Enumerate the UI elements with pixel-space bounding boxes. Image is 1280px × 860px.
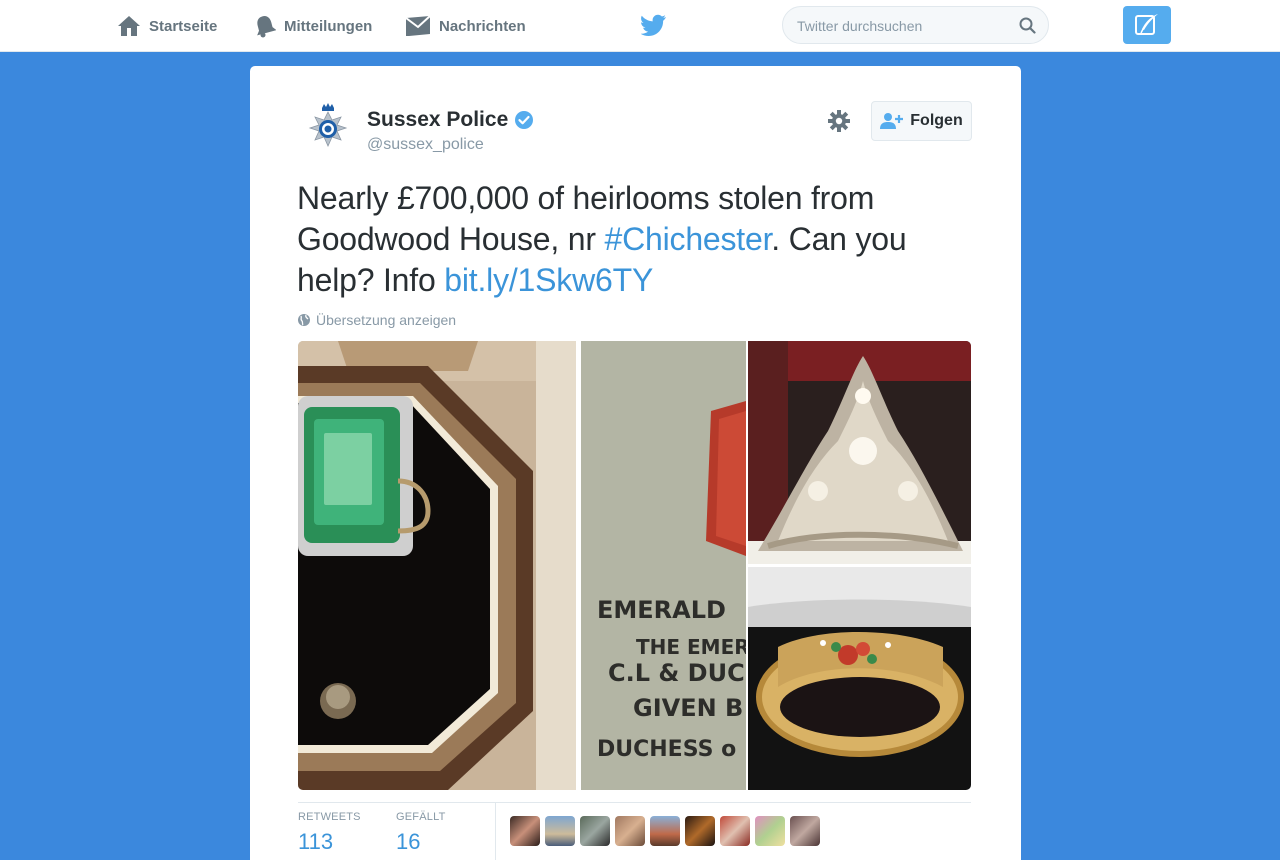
- likes-count: 16: [396, 829, 421, 854]
- home-icon: [118, 16, 140, 36]
- nav-notifications[interactable]: Mitteilungen: [254, 13, 372, 39]
- verified-badge-icon: [515, 111, 534, 129]
- likes-stat[interactable]: GEFÄLLT 16: [396, 811, 446, 855]
- author-name[interactable]: Sussex Police: [367, 108, 508, 132]
- envelope-icon: [405, 15, 431, 36]
- retweets-stat[interactable]: RETWEETS 113: [298, 811, 361, 855]
- liker-avatars: [510, 816, 820, 846]
- nav-home[interactable]: Startseite: [117, 13, 217, 39]
- retweets-label: RETWEETS: [298, 811, 361, 823]
- tweet-card: Sussex Police @sussex_police Folgen Near…: [250, 66, 1021, 860]
- photo-grid: EMERALD THE EMER C.L & DUC GIVEN B DUCHE…: [298, 341, 971, 790]
- retweets-count: 113: [298, 829, 334, 854]
- stats-divider-line: [298, 802, 971, 803]
- compose-quill-icon: [1135, 14, 1158, 35]
- photo-emerald-ring[interactable]: [298, 341, 576, 790]
- translate-label: Übersetzung anzeigen: [316, 312, 457, 328]
- top-navigation-bar: Startseite Mitteilungen Nachrichten: [0, 0, 1280, 52]
- avatar[interactable]: [304, 100, 352, 160]
- stats-vertical-divider: [495, 803, 496, 860]
- nav-notifications-label: Mitteilungen: [284, 17, 373, 35]
- liker-avatar[interactable]: [510, 816, 540, 846]
- liker-avatar[interactable]: [580, 816, 610, 846]
- hashtag-link[interactable]: #Chichester: [605, 221, 772, 257]
- label-line-5: DUCHESS o: [597, 737, 736, 762]
- author-name-row[interactable]: Sussex Police: [367, 108, 534, 132]
- search-input[interactable]: [797, 16, 1007, 36]
- liker-avatar[interactable]: [790, 816, 820, 846]
- tweet-text: Nearly £700,000 of heirlooms stolen from…: [297, 178, 987, 301]
- globe-icon: [298, 314, 310, 326]
- liker-avatar[interactable]: [650, 816, 680, 846]
- nav-home-label: Startseite: [149, 17, 218, 35]
- bell-icon: [257, 16, 276, 38]
- gear-icon[interactable]: [827, 109, 851, 133]
- author-handle[interactable]: @sussex_police: [367, 136, 484, 154]
- translate-link[interactable]: Übersetzung anzeigen: [297, 312, 456, 328]
- nav-messages[interactable]: Nachrichten: [405, 13, 526, 39]
- photo-tiara[interactable]: [748, 341, 971, 564]
- liker-avatar[interactable]: [720, 816, 750, 846]
- add-user-icon: [880, 113, 904, 129]
- photo-bracelet[interactable]: [748, 567, 971, 790]
- label-line-1: EMERALD: [597, 596, 726, 624]
- likes-label: GEFÄLLT: [396, 811, 446, 823]
- search-icon[interactable]: [1019, 17, 1036, 34]
- twitter-bird-icon[interactable]: [641, 14, 667, 36]
- photo-label-card[interactable]: EMERALD THE EMER C.L & DUC GIVEN B DUCHE…: [581, 341, 746, 790]
- short-link[interactable]: bit.ly/1Skw6TY: [444, 262, 653, 298]
- liker-avatar[interactable]: [685, 816, 715, 846]
- follow-label: Folgen: [910, 112, 963, 129]
- nav-messages-label: Nachrichten: [439, 17, 526, 35]
- label-line-2: THE EMER: [636, 635, 746, 659]
- liker-avatar[interactable]: [755, 816, 785, 846]
- label-line-3: C.L & DUC: [608, 659, 745, 687]
- liker-avatar[interactable]: [615, 816, 645, 846]
- label-line-4: GIVEN B: [633, 694, 743, 722]
- compose-tweet-button[interactable]: [1123, 6, 1171, 44]
- liker-avatar[interactable]: [545, 816, 575, 846]
- search-box: [782, 6, 1049, 44]
- follow-button[interactable]: Folgen: [871, 101, 972, 141]
